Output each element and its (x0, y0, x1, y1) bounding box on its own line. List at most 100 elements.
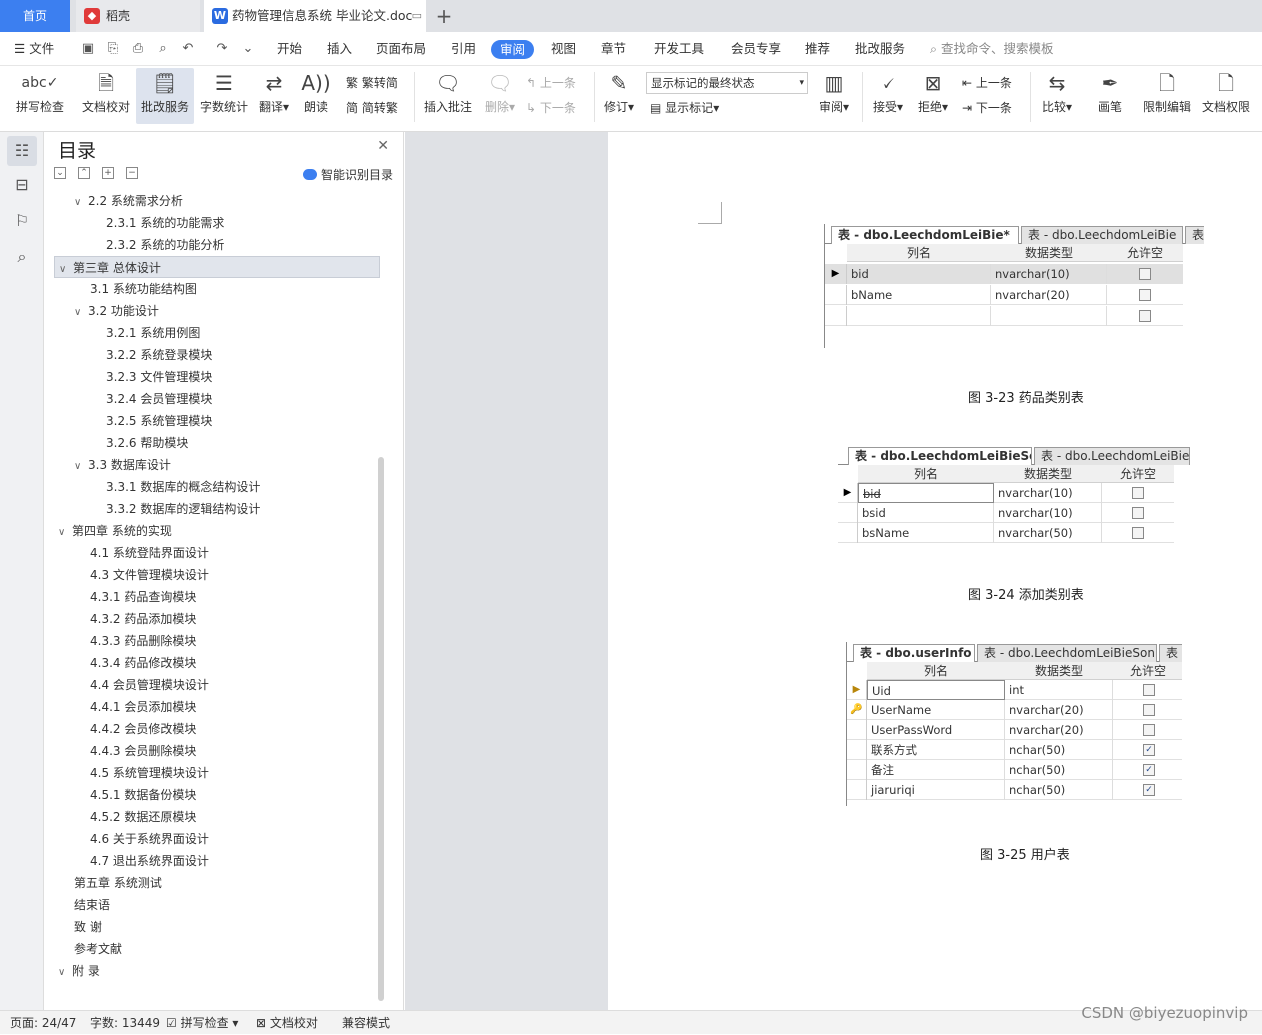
compare-button[interactable]: ⇆ 比较▾ (1036, 68, 1078, 124)
menu-layout[interactable]: 页面布局 (376, 32, 426, 66)
accept-button[interactable]: 🗸 接受▾ (868, 68, 908, 124)
proofread-status[interactable]: ⊠ 文档校对 (256, 1011, 318, 1035)
dropdown-icon[interactable]: ⌄ (240, 41, 256, 57)
toc-item[interactable]: 3.3.1 数据库的概念结构设计 (106, 476, 260, 498)
structure-icon[interactable]: ⊟ (7, 170, 37, 200)
file-menu[interactable]: ☰ 文件 (14, 32, 54, 66)
review-pane-button[interactable]: ▥ 审阅▾ (814, 68, 854, 124)
toc-item[interactable]: ∨ 3.2 功能设计 (74, 300, 159, 322)
toc-item[interactable]: 4.3.4 药品修改模块 (90, 652, 196, 674)
toc-item[interactable]: 4.3.2 药品添加模块 (90, 608, 196, 630)
remove-heading-icon[interactable]: − (126, 167, 138, 179)
toc-icon[interactable]: ☷ (7, 136, 37, 166)
toc-item[interactable]: 4.1 系统登陆界面设计 (90, 542, 209, 564)
toc-item[interactable]: 4.4.1 会员添加模块 (90, 696, 196, 718)
page-indicator[interactable]: 页面: 24/47 (10, 1011, 76, 1035)
menu-insert[interactable]: 插入 (327, 32, 352, 66)
undo-icon[interactable]: ↶ (180, 41, 196, 57)
simp-to-trad-button[interactable]: 简 简转繁 (346, 97, 398, 119)
add-heading-icon[interactable]: + (102, 167, 114, 179)
word-count-button[interactable]: ☰ 字数统计 (198, 68, 250, 124)
menu-reference[interactable]: 引用 (451, 32, 476, 66)
toc-scrollbar[interactable] (378, 457, 384, 1001)
expand-up-icon[interactable]: ⌃ (78, 167, 90, 179)
markup-state-select[interactable]: 显示标记的最终状态 ▾ (646, 72, 808, 94)
tab-document[interactable]: W 药物管理信息系统 毕业论文.doc ▭ (204, 0, 426, 32)
toc-item[interactable]: 4.4.2 会员修改模块 (90, 718, 196, 740)
toc-item[interactable]: 4.6 关于系统界面设计 (90, 828, 209, 850)
redo-icon[interactable]: ↷ (214, 41, 230, 57)
preview-icon[interactable]: ⌕ (155, 41, 171, 57)
toc-item[interactable]: 3.2.5 系统管理模块 (106, 410, 212, 432)
toc-item-selected[interactable]: ∨ 第三章 总体设计 (54, 256, 380, 278)
toc-item[interactable]: 4.5 系统管理模块设计 (90, 762, 209, 784)
menu-start[interactable]: 开始 (277, 32, 302, 66)
toc-item[interactable]: 致 谢 (74, 916, 102, 938)
toc-item[interactable]: 4.5.1 数据备份模块 (90, 784, 196, 806)
track-changes-button[interactable]: ✎ 修订▾ (600, 68, 638, 124)
document-page[interactable]: 表 - dbo.LeechdomLeiBie* 表 - dbo.Leechdom… (608, 132, 1262, 1010)
menu-recommend[interactable]: 推荐 (805, 32, 830, 66)
menu-chapter[interactable]: 章节 (601, 32, 626, 66)
toc-item[interactable]: 3.2.6 帮助模块 (106, 432, 188, 454)
toc-item[interactable]: 参考文献 (74, 938, 122, 960)
tab-daoke[interactable]: ◆ 稻壳 (76, 0, 200, 32)
proofread-button[interactable]: 🗎 文档校对 (78, 68, 134, 124)
menu-review[interactable]: 审阅 (491, 40, 535, 59)
toc-item[interactable]: 3.3.2 数据库的逻辑结构设计 (106, 498, 260, 520)
close-icon[interactable]: ✕ (377, 138, 389, 154)
spell-check-status[interactable]: ☑ 拼写检查 ▾ (166, 1011, 238, 1035)
prev-comment-button[interactable]: ↰ 上一条 (526, 72, 576, 94)
toc-item[interactable]: 3.1 系统功能结构图 (90, 278, 197, 300)
menu-member[interactable]: 会员专享 (731, 32, 781, 66)
next-change-button[interactable]: ⇥ 下一条 (962, 97, 1012, 119)
correct-service-button[interactable]: 🗒 批改服务 (136, 68, 194, 124)
toc-item[interactable]: 2.3.1 系统的功能需求 (106, 212, 224, 234)
new-tab-button[interactable]: + (432, 2, 456, 30)
spell-check-button[interactable]: abc✓ 拼写检查 (8, 68, 72, 124)
toc-item[interactable]: 结束语 (74, 894, 110, 916)
toc-item[interactable]: 3.2.3 文件管理模块 (106, 366, 212, 388)
toc-item[interactable]: ∨ 2.2 系统需求分析 (74, 190, 183, 212)
collapse-all-icon[interactable]: ⌄ (54, 167, 66, 179)
toc-item[interactable]: 4.3.1 药品查询模块 (90, 586, 196, 608)
toc-item[interactable]: 2.3.2 系统的功能分析 (106, 234, 224, 256)
toc-item[interactable]: 4.4.3 会员删除模块 (90, 740, 196, 762)
tab-home[interactable]: 首页 (0, 0, 70, 32)
toc-item[interactable]: 4.7 退出系统界面设计 (90, 850, 209, 872)
monitor-icon[interactable]: ▭ (412, 0, 422, 32)
reject-button[interactable]: ⊠ 拒绝▾ (912, 68, 954, 124)
menu-devtools[interactable]: 开发工具 (654, 32, 704, 66)
toc-item[interactable]: 4.4 会员管理模块设计 (90, 674, 209, 696)
search-icon[interactable]: ⌕ (7, 242, 37, 272)
toc-item[interactable]: 4.5.2 数据还原模块 (90, 806, 196, 828)
restrict-edit-button[interactable]: 🗋 限制编辑 (1140, 68, 1194, 124)
toc-item[interactable]: 第五章 系统测试 (74, 872, 162, 894)
insert-comment-button[interactable]: 🗨 插入批注 (420, 68, 476, 124)
toc-item[interactable]: 3.2.4 会员管理模块 (106, 388, 212, 410)
prev-change-button[interactable]: ⇤ 上一条 (962, 72, 1012, 94)
read-aloud-button[interactable]: A)) 朗读 (298, 68, 334, 124)
bookmark-icon[interactable]: ⚐ (7, 206, 37, 236)
command-search[interactable]: ⌕ 查找命令、搜索模板 (930, 32, 1054, 66)
export-icon[interactable]: ⎘ (105, 41, 121, 57)
delete-comment-button[interactable]: 🗨 删除▾ (480, 68, 520, 124)
trad-to-simp-button[interactable]: 繁 繁转简 (346, 72, 398, 94)
next-comment-button[interactable]: ↳ 下一条 (526, 97, 576, 119)
menu-view[interactable]: 视图 (551, 32, 576, 66)
toc-item[interactable]: 4.3.3 药品删除模块 (90, 630, 196, 652)
toc-item[interactable]: ∨ 附 录 (58, 960, 100, 982)
toc-item[interactable]: 4.3 文件管理模块设计 (90, 564, 209, 586)
save-icon[interactable]: ▣ (80, 41, 96, 57)
toc-item[interactable]: ∨ 3.3 数据库设计 (74, 454, 171, 476)
show-markup-button[interactable]: ▤ 显示标记▾ (650, 97, 719, 119)
smart-toc-button[interactable]: 智能识别目录 (302, 166, 393, 183)
menu-correct-service[interactable]: 批改服务 (855, 32, 905, 66)
toc-item[interactable]: ∨ 第四章 系统的实现 (58, 520, 172, 542)
pen-button[interactable]: ✒ 画笔 (1092, 68, 1128, 124)
print-icon[interactable]: ⎙ (130, 41, 146, 57)
translate-button[interactable]: ⇄ 翻译▾ (256, 68, 292, 124)
toc-item[interactable]: 3.2.1 系统用例图 (106, 322, 200, 344)
doc-rights-button[interactable]: 🗋 文档权限 (1198, 68, 1254, 124)
toc-item[interactable]: 3.2.2 系统登录模块 (106, 344, 212, 366)
